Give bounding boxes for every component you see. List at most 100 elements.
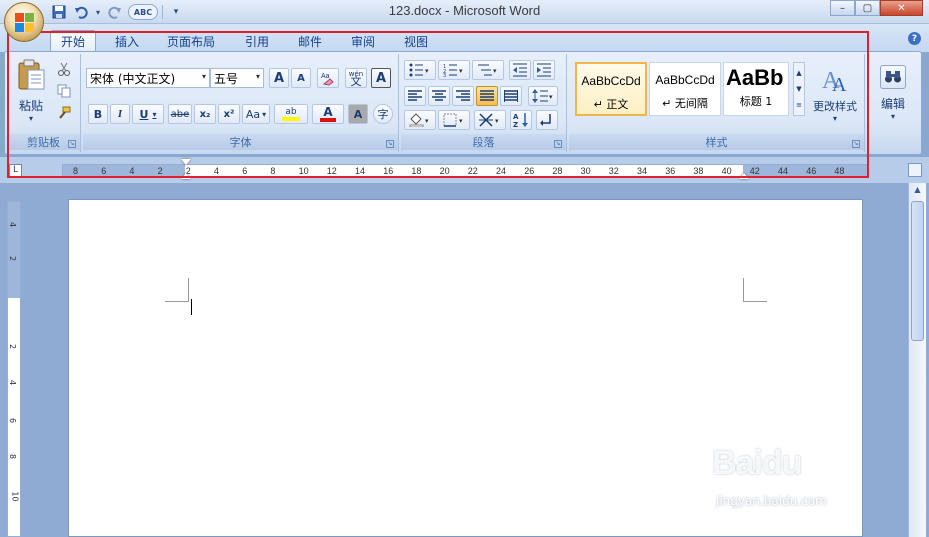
align-left-button[interactable] xyxy=(404,86,426,106)
help-icon[interactable]: ? xyxy=(908,32,921,45)
font-color-button[interactable]: A xyxy=(312,104,344,124)
svg-text:▾: ▾ xyxy=(495,117,499,125)
chevron-down-icon: ▾ xyxy=(832,113,837,123)
distributed-button[interactable] xyxy=(500,86,522,106)
border-icon: ▾ xyxy=(443,113,463,127)
phonetic-guide-button[interactable]: wén 文 xyxy=(345,68,367,88)
enclose-char-button[interactable]: 字 xyxy=(373,104,393,124)
italic-button[interactable]: I xyxy=(110,104,130,124)
styles-launcher-icon[interactable]: ↘ xyxy=(852,140,860,148)
svg-text:A: A xyxy=(513,113,519,121)
ribbon-tabs: 开始 插入 页面布局 引用 邮件 审阅 视图 ? xyxy=(0,24,929,52)
chinese-layout-button[interactable]: ▾ xyxy=(474,110,506,130)
tab-references[interactable]: 引用 xyxy=(236,30,278,52)
grow-font-button[interactable]: A xyxy=(269,68,289,88)
tab-review[interactable]: 审阅 xyxy=(342,30,384,52)
numbering-button[interactable]: 1 2 3 ▾ xyxy=(438,60,470,80)
underline-button[interactable]: U ▾ xyxy=(132,104,164,124)
tab-page-layout[interactable]: 页面布局 xyxy=(160,30,222,52)
font-name-combo[interactable]: 宋体 (中文正文) ▾ xyxy=(86,68,210,88)
vertical-scrollbar[interactable]: ▲ xyxy=(908,183,926,537)
line-spacing-button[interactable]: ▾ xyxy=(528,86,558,106)
align-right-button[interactable] xyxy=(452,86,474,106)
window-controls: – ▢ ✕ xyxy=(830,0,923,16)
shrink-font-button[interactable]: A xyxy=(291,68,311,88)
svg-text:▾: ▾ xyxy=(493,67,497,75)
copy-button[interactable] xyxy=(55,82,73,100)
tab-home[interactable]: 开始 xyxy=(50,30,96,52)
clipboard-launcher-icon[interactable]: ↘ xyxy=(68,140,76,148)
first-line-indent-marker[interactable] xyxy=(181,159,191,165)
justify-button[interactable] xyxy=(476,86,498,106)
style-no-spacing[interactable]: AaBbCcDd ↵ 无间隔 xyxy=(649,62,721,116)
strikethrough-button[interactable]: abe xyxy=(168,104,192,124)
cut-button[interactable] xyxy=(55,60,73,78)
borders-button[interactable]: ▾ xyxy=(438,110,470,130)
tab-mailings[interactable]: 邮件 xyxy=(289,30,331,52)
style-heading-1[interactable]: AaBb 标题 1 xyxy=(723,62,789,116)
svg-text:▾: ▾ xyxy=(425,117,429,125)
ruler-number: 30 xyxy=(580,166,591,176)
style-normal[interactable]: AaBbCcDd ↵ 正文 xyxy=(575,62,647,116)
copy-icon xyxy=(57,84,71,98)
brush-icon xyxy=(59,106,71,119)
change-styles-icon: AA xyxy=(822,68,847,94)
char-shading-button[interactable]: A xyxy=(348,104,368,124)
right-indent-marker[interactable] xyxy=(739,173,749,179)
minimize-button[interactable]: – xyxy=(830,0,855,16)
increase-indent-button[interactable] xyxy=(533,60,555,80)
hanging-indent-marker[interactable] xyxy=(181,173,191,179)
horizontal-ruler[interactable]: 8 6 4 2 2 4 6 8 10 12 14 16 18 20 22 24 26 28 30 32 34 36 38 40… xyxy=(62,159,868,179)
vertical-ruler[interactable]: 4 2 2 4 6 8 10 xyxy=(7,201,21,537)
close-button[interactable]: ✕ xyxy=(880,0,923,16)
multilevel-list-button[interactable]: ▾ xyxy=(472,60,504,80)
format-painter-button[interactable] xyxy=(55,104,73,122)
align-right-icon xyxy=(456,90,470,101)
indent-icon xyxy=(537,63,551,77)
vertical-ruler-number: 4 xyxy=(8,221,18,228)
ruler-number: 16 xyxy=(383,166,394,176)
clear-formatting-button[interactable]: Aa xyxy=(317,68,339,88)
tab-insert[interactable]: 插入 xyxy=(106,30,148,52)
superscript-button[interactable]: x² xyxy=(218,104,240,124)
tab-view[interactable]: 视图 xyxy=(395,30,437,52)
show-marks-button[interactable] xyxy=(536,110,558,130)
scroll-up-icon: ▲ xyxy=(796,69,802,77)
shading-button[interactable]: ▾ xyxy=(404,110,436,130)
ruler-number: 24 xyxy=(496,166,507,176)
char-border-button[interactable]: A xyxy=(371,68,391,88)
font-size-value: 五号 xyxy=(214,71,239,86)
align-left-icon xyxy=(408,90,422,101)
svg-text:▾: ▾ xyxy=(425,67,429,75)
bold-button[interactable]: B xyxy=(88,104,108,124)
bullets-button[interactable]: ▾ xyxy=(404,60,436,80)
sort-button[interactable]: AZ xyxy=(510,110,532,130)
styles-gallery-scroll[interactable]: ▲ ▼ ≡ xyxy=(793,62,805,116)
change-styles-button[interactable]: AA 更改样式 ▾ xyxy=(809,58,861,128)
ruler-number: 34 xyxy=(637,166,648,176)
chevron-down-icon: ▾ xyxy=(262,109,267,119)
watermark-cn: 经验 xyxy=(816,456,861,481)
align-center-button[interactable] xyxy=(428,86,450,106)
title-bar: ▾ ABC ▾ 123.docx - Microsoft Word – ▢ ✕ xyxy=(0,0,929,24)
highlight-button[interactable]: ab xyxy=(274,104,308,124)
decrease-indent-button[interactable] xyxy=(509,60,531,80)
ruler-number: 22 xyxy=(467,166,478,176)
scroll-up-arrow-icon[interactable]: ▲ xyxy=(911,185,924,198)
editing-button[interactable]: 编辑 ▾ xyxy=(873,58,913,128)
paste-label: 粘贴 xyxy=(18,99,43,113)
view-ruler-icon[interactable] xyxy=(908,163,922,177)
font-launcher-icon[interactable]: ↘ xyxy=(386,140,394,148)
paragraph-launcher-icon[interactable]: ↘ xyxy=(554,140,562,148)
scrollbar-thumb[interactable] xyxy=(911,201,924,341)
paste-button[interactable]: 粘贴 ▾ xyxy=(11,58,51,124)
subscript-button[interactable]: x₂ xyxy=(194,104,216,124)
maximize-button[interactable]: ▢ xyxy=(855,0,880,16)
change-case-button[interactable]: Aa ▾ xyxy=(242,104,270,124)
chevron-down-icon: ▾ xyxy=(255,72,260,81)
tab-selector-icon[interactable]: L xyxy=(9,164,22,177)
office-button[interactable] xyxy=(4,2,44,42)
ruler-number: 26 xyxy=(524,166,535,176)
font-size-combo[interactable]: 五号 ▾ xyxy=(210,68,264,88)
style-name: ↵ 无间隔 xyxy=(662,97,708,110)
